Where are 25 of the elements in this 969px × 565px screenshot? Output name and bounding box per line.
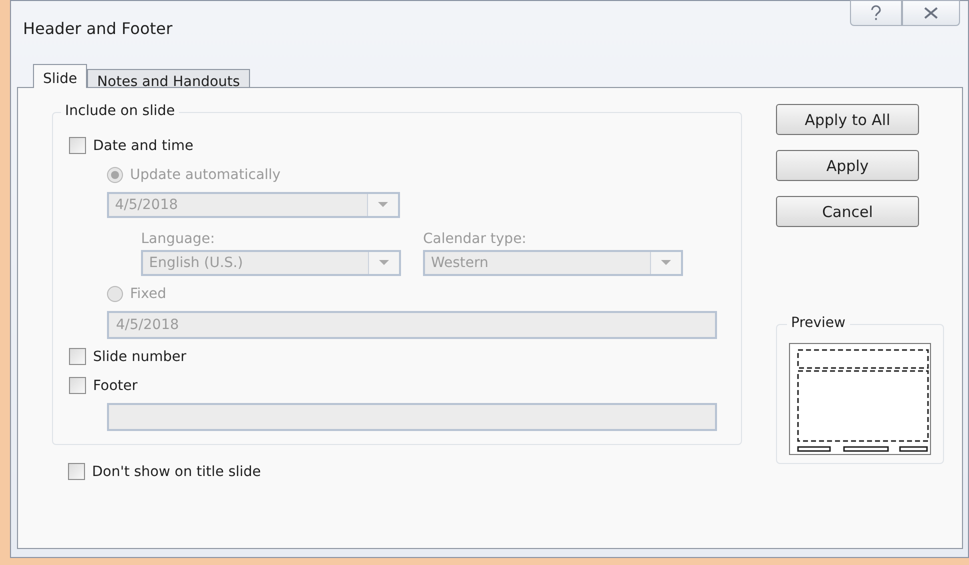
checkbox[interactable] xyxy=(68,463,85,480)
caret-icon xyxy=(378,202,388,208)
checkbox-label: Date and time xyxy=(93,138,194,154)
checkbox-label: Slide number xyxy=(93,348,186,364)
help-button[interactable] xyxy=(850,0,902,26)
checkbox-label: Footer xyxy=(93,378,138,394)
dialog-button[interactable]: Cancel xyxy=(776,196,919,227)
radio-label: Update automatically xyxy=(130,166,281,182)
help-icon xyxy=(870,5,882,21)
radio-label: Fixed xyxy=(130,286,166,302)
field-label: Calendar type: xyxy=(423,230,528,247)
close-button[interactable] xyxy=(902,0,960,26)
checkbox[interactable] xyxy=(69,137,86,154)
tab[interactable]: Notes and Handouts xyxy=(87,69,250,87)
caret-icon xyxy=(661,260,671,266)
tab[interactable]: Slide xyxy=(33,64,88,88)
dialog-button[interactable]: Apply xyxy=(776,150,919,181)
dialog-button[interactable]: Apply to All xyxy=(776,104,919,135)
checkbox[interactable] xyxy=(69,377,86,394)
field-label: Language: xyxy=(141,230,216,247)
caret-icon xyxy=(379,260,389,266)
window-title: Header and Footer xyxy=(23,19,172,38)
close-icon xyxy=(923,7,939,19)
checkbox[interactable] xyxy=(69,348,86,365)
checkbox-label: Don't show on title slide xyxy=(92,464,261,480)
